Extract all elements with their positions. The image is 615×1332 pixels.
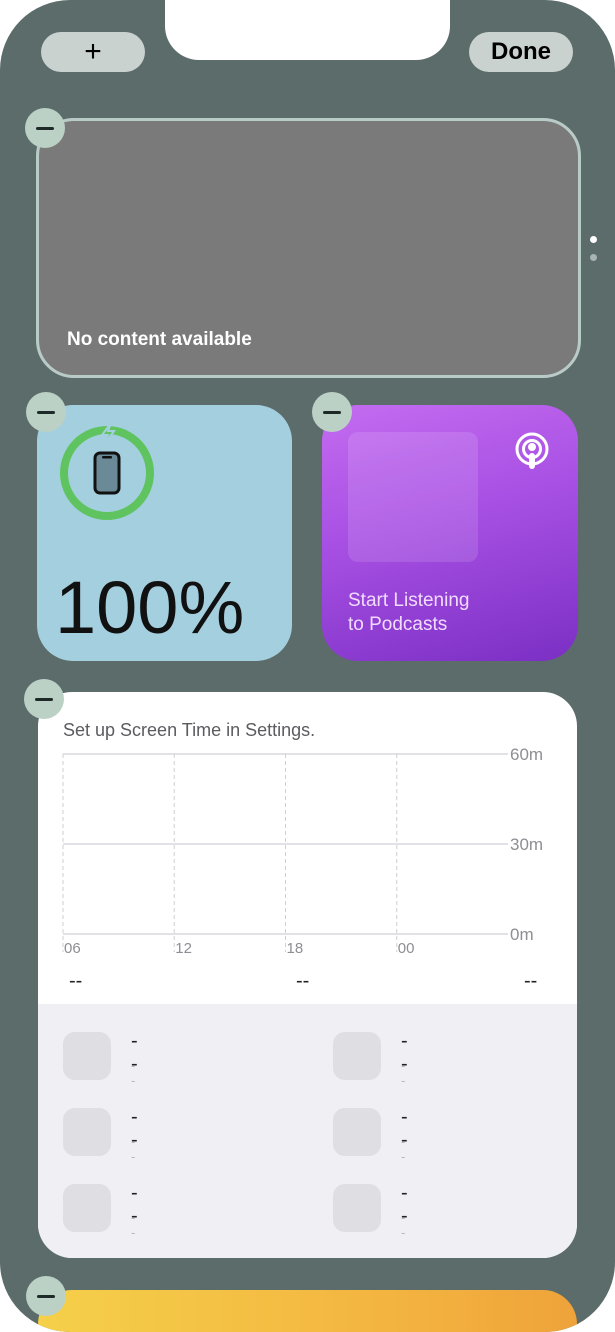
podcasts-cta-text: Start Listening to Podcasts <box>348 590 470 635</box>
summary-value: -- <box>524 970 538 992</box>
chart-y-tick-label: 30m <box>510 835 543 854</box>
summary-value: -- <box>296 970 310 992</box>
screen-time-widget[interactable]: Set up Screen Time in Settings. 60m 30m 0m… <box>38 692 577 1258</box>
empty-widget-message: No content available <box>67 329 252 350</box>
page-dot-active[interactable] <box>590 236 597 243</box>
phone-icon <box>93 451 121 495</box>
add-widget-button[interactable]: + <box>41 32 145 72</box>
done-button[interactable]: Done <box>469 32 573 72</box>
app-icon-placeholder <box>63 1108 111 1156</box>
remove-widget-button[interactable] <box>26 1276 66 1316</box>
home-screen-edit-mode: + Done No content available 100% Start L… <box>0 0 615 1332</box>
app-usage-list: -- -- -- -- -- -- -- -- -- -- -- -- <box>38 1004 577 1258</box>
podcasts-icon <box>515 432 549 469</box>
chart-x-tick-label: 12 <box>175 940 192 957</box>
page-dot[interactable] <box>590 254 597 261</box>
chart-y-tick-label: 60m <box>510 745 543 764</box>
app-time: -- <box>401 1210 406 1240</box>
remove-widget-button[interactable] <box>25 108 65 148</box>
app-icon-placeholder <box>333 1108 381 1156</box>
battery-percentage: 100% <box>55 566 245 649</box>
remove-widget-button[interactable] <box>26 392 66 432</box>
summary-value: -- <box>69 970 83 992</box>
device-notch <box>165 0 450 60</box>
app-time: -- <box>401 1134 406 1164</box>
empty-widget[interactable]: No content available <box>36 118 581 378</box>
battery-widget[interactable]: 100% <box>37 405 292 661</box>
chart-x-tick-label: 06 <box>64 940 81 957</box>
app-icon-placeholder <box>63 1032 111 1080</box>
app-icon-placeholder <box>333 1032 381 1080</box>
chart-x-tick-label: 18 <box>287 940 304 957</box>
screen-time-chart: 60m 30m 0m 06 12 18 00 <box>62 745 543 957</box>
app-icon-placeholder <box>333 1184 381 1232</box>
app-time: -- <box>401 1058 406 1088</box>
podcast-artwork-placeholder <box>348 432 478 562</box>
app-time: -- <box>131 1134 136 1164</box>
remove-widget-button[interactable] <box>24 679 64 719</box>
chart-x-tick-label: 00 <box>398 940 415 957</box>
podcasts-widget[interactable]: Start Listening to Podcasts <box>322 405 578 661</box>
notes-widget[interactable] <box>38 1290 577 1332</box>
app-time: -- <box>131 1210 136 1240</box>
app-time: -- <box>131 1058 136 1088</box>
battery-ring <box>60 423 154 520</box>
chart-y-tick-label: 0m <box>510 925 534 944</box>
app-icon-placeholder <box>63 1184 111 1232</box>
remove-widget-button[interactable] <box>312 392 352 432</box>
